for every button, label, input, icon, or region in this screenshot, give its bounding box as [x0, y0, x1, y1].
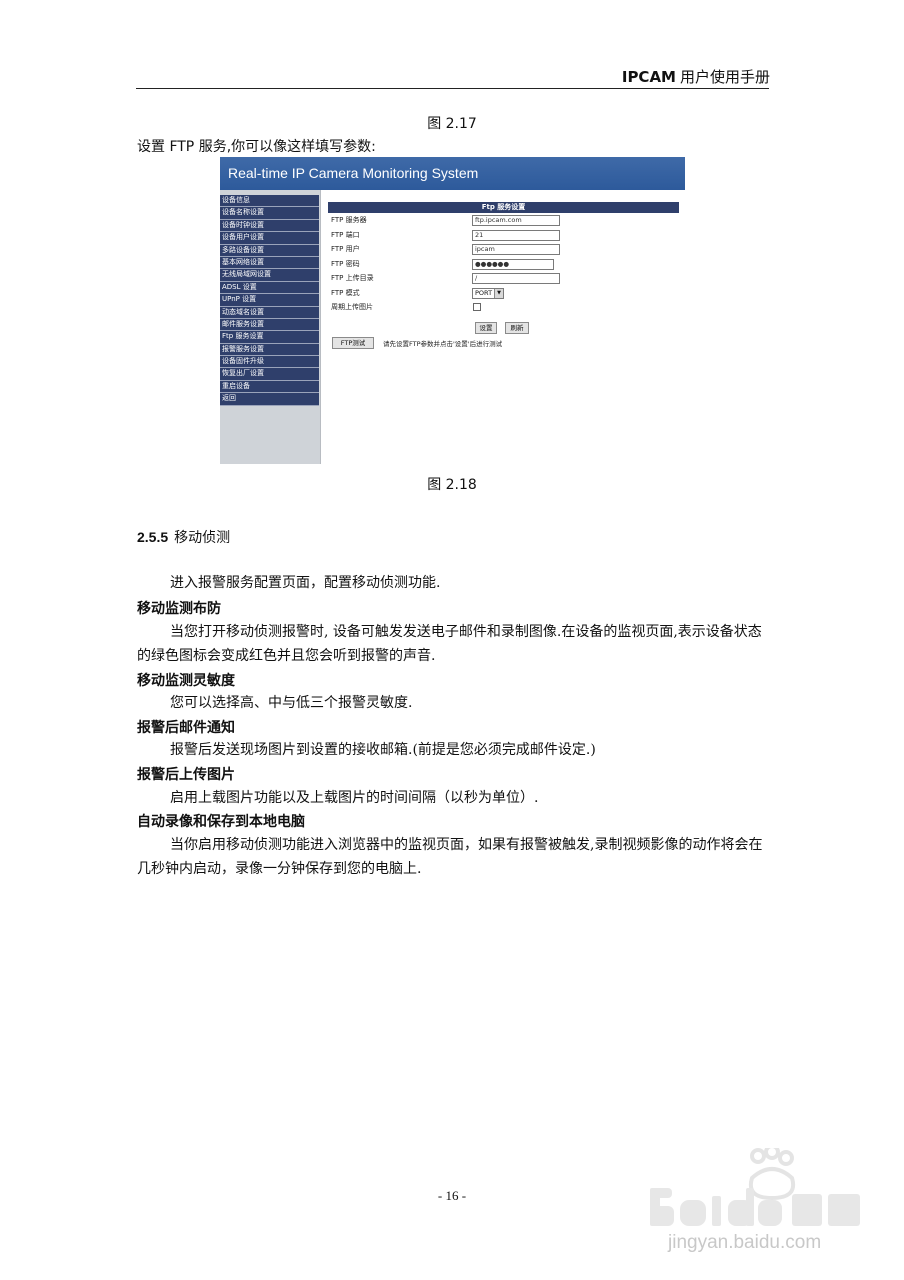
paragraph-auto-record: 当你启用移动侦测功能进入浏览器中的监视页面，如果有报警被触发,录制视频影像的动作… — [137, 837, 763, 877]
figure-caption-2-18: 图 2.18 — [427, 477, 477, 493]
ftp-intro-line: 设置 FTP 服务,你可以像这样填写参数: — [137, 139, 376, 155]
ftp-mode-select[interactable]: PORT ▼ — [472, 287, 504, 299]
menu-item[interactable]: 设备信息 — [220, 195, 319, 208]
row-periodic-upload: 周期上传图片 — [328, 300, 679, 315]
section-number: 2.5.5 — [137, 529, 169, 545]
subheading-auto-record: 自动录像和保存到本地电脑 — [137, 814, 305, 830]
ftp-user-input[interactable]: ipcam — [472, 244, 560, 255]
menu-item[interactable]: 恢复出厂设置 — [220, 368, 319, 381]
ftp-settings-panel: Ftp 服务设置 FTP 服务器 ftp.ipcam.com FTP 端口 21… — [328, 202, 679, 334]
menu-item[interactable]: 基本网络设置 — [220, 256, 319, 270]
menu-item[interactable]: 设备用户设置 — [220, 232, 319, 245]
ftp-test-hint: 请先设置FTP参数并点击'设置'后进行测试 — [383, 340, 503, 348]
refresh-button[interactable]: 刷新 — [505, 322, 529, 334]
ftp-password-label: FTP 密码 — [331, 259, 360, 268]
subheading-motion-arm: 移动监测布防 — [137, 601, 221, 617]
header-rule — [136, 88, 769, 89]
menu-item[interactable]: 动态域名设置 — [220, 306, 319, 319]
menu-item[interactable]: 多路设备设置 — [220, 244, 319, 257]
screenshot-menu: 设备信息 设备名称设置 设备时钟设置 设备用户设置 多路设备设置 基本网络设置 无线局域网设… — [220, 195, 319, 406]
menu-item[interactable]: 重启设备 — [220, 380, 319, 394]
menu-item[interactable]: 设备名称设置 — [220, 207, 319, 220]
ftp-server-label: FTP 服务器 — [331, 216, 367, 224]
subheading-sensitivity: 移动监测灵敏度 — [137, 673, 235, 689]
menu-item[interactable]: ADSL 设置 — [220, 281, 319, 295]
menu-item[interactable]: 设备时钟设置 — [220, 219, 319, 233]
ftp-settings-screenshot: Real-time IP Camera Monitoring System 设备… — [220, 157, 685, 464]
ftp-port-input[interactable]: 21 — [472, 229, 560, 241]
row-ftp-password: FTP 密码 ●●●●●● — [328, 257, 679, 272]
set-button[interactable]: 设置 — [475, 322, 497, 334]
menu-item[interactable]: 无线局域网设置 — [220, 269, 319, 282]
menu-item[interactable]: 返回 — [220, 393, 319, 406]
row-ftp-mode: FTP 模式 PORT ▼ — [328, 286, 679, 301]
section-heading: 2.5.5 移动侦测 — [137, 527, 230, 547]
ftp-user-label: FTP 用户 — [331, 245, 360, 253]
manual-subtitle: 用户使用手册 — [679, 68, 770, 86]
screenshot-sidebar: 设备信息 设备名称设置 设备时钟设置 设备用户设置 多路设备设置 基本网络设置 无线局域网设… — [220, 190, 321, 464]
section-title: 移动侦测 — [174, 530, 231, 546]
periodic-upload-checkbox[interactable] — [473, 303, 481, 311]
paragraph-mail-notify: 报警后发送现场图片到设置的接收邮箱.(前提是您必须完成邮件设定.) — [170, 742, 596, 758]
row-ftp-user: FTP 用户 ipcam — [328, 242, 679, 257]
figure-caption-2-17: 图 2.17 — [427, 116, 477, 132]
ftp-port-label: FTP 端口 — [331, 230, 360, 239]
manual-brand: IPCAM — [621, 68, 676, 86]
chevron-down-icon: ▼ — [494, 288, 503, 298]
ftp-mode-value: PORT — [475, 288, 493, 297]
menu-item[interactable]: UPnP 设置 — [220, 294, 319, 307]
menu-item[interactable]: 报警服务设置 — [220, 343, 319, 357]
paragraph-sensitivity: 您可以选择高、中与低三个报警灵敏度. — [170, 695, 413, 711]
ftp-password-input[interactable]: ●●●●●● — [472, 258, 554, 270]
subheading-upload-image: 报警后上传图片 — [137, 767, 235, 783]
ftp-server-input[interactable]: ftp.ipcam.com — [472, 215, 560, 226]
panel-title: Ftp 服务设置 — [328, 202, 679, 213]
row-ftp-port: FTP 端口 21 — [328, 228, 679, 243]
watermark-url: jingyan.baidu.com — [668, 1232, 822, 1253]
menu-item[interactable]: 设备固件升级 — [220, 356, 319, 369]
menu-item[interactable]: 邮件服务设置 — [220, 318, 319, 332]
ftp-test-button[interactable]: FTP测试 — [332, 337, 374, 349]
paragraph-upload-image: 启用上载图片功能以及上载图片的时间间隔（以秒为单位）. — [170, 790, 539, 806]
header-title: IPCAM 用户使用手册 — [622, 66, 770, 87]
ftp-upload-dir-label: FTP 上传目录 — [331, 274, 374, 282]
subheading-mail-notify: 报警后邮件通知 — [137, 720, 235, 736]
ftp-mode-label: FTP 模式 — [331, 288, 360, 297]
menu-item[interactable]: Ftp 服务设置 — [220, 331, 319, 344]
ftp-upload-dir-input[interactable]: / — [472, 273, 560, 284]
paragraph-intro: 进入报警服务配置页面，配置移动侦测功能. — [170, 575, 441, 591]
row-ftp-upload-dir: FTP 上传目录 / — [328, 271, 679, 286]
row-ftp-server: FTP 服务器 ftp.ipcam.com — [328, 213, 679, 228]
paragraph-motion-arm: 当您打开移动侦测报警时, 设备可触发发送电子邮件和录制图像.在设备的监视页面,表… — [137, 624, 762, 664]
screenshot-banner: Real-time IP Camera Monitoring System — [220, 157, 685, 190]
periodic-upload-label: 周期上传图片 — [331, 303, 373, 311]
